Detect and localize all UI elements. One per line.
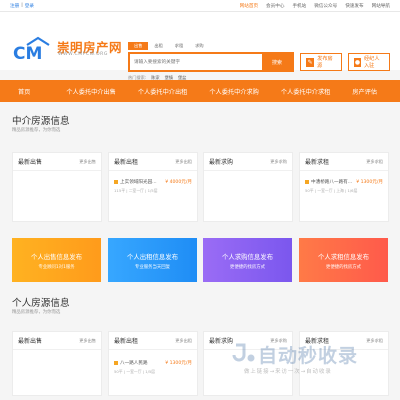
logo-mark-text: CM [13,44,42,62]
search-tab-wanted-buy[interactable]: 求购 [189,42,209,50]
card-more-link[interactable]: 更多出租 [175,338,192,344]
listing-meta: 50平 | 一室一厅 | 1/5层 [114,369,156,374]
listing-name: 中漕桥路八一路有... [311,180,353,185]
listing-price: ¥ 1300元/月 [165,361,192,366]
nav-item-home[interactable]: 首页 [18,87,30,96]
watermark-logo-icon [232,343,255,362]
listing-name: 八一路人民路 [120,361,148,366]
agency-section-title: 中介房源信息 [12,116,70,127]
listing-item[interactable]: 中漕桥路八一路有... ¥ 1300元/月 50平 | 一室一厅 | 上海 | 1… [305,179,383,194]
listing-meta: 50平 | 一室一厅 | 上海 | 1/6层 [305,188,358,193]
mobile-site-link[interactable]: 手机站 [292,3,306,9]
top-bar-separator: | [21,2,23,8]
card-title: 最新出租 [114,159,139,166]
promo-wanted-rent-publish[interactable]: 个人求租信息发布 更便捷的找房方式 [299,238,388,282]
listing-price: ¥ 4000元/月 [165,180,192,185]
promo-title: 个人求租信息发布 [317,253,370,261]
promo-subtitle: 专业顾问1对1服务 [38,265,75,270]
agent-join-button[interactable]: ● 经纪人入驻 [348,53,390,71]
agency-section-subtitle: 精品房源推荐，为你而选 [12,128,61,133]
listing-name: 上实领域阳光园... [120,180,157,185]
wechat-link[interactable]: 微信公众号 [314,3,337,9]
agency-card-rent: 最新出租 更多出租 上实领域阳光园... ¥ 4000元/月 115平 | 二室一厅… [108,152,198,222]
nav-item-agency-wanted-rent[interactable]: 个人委托中介求租 [281,87,331,96]
personal-card-rent: 最新出租 更多出租 八一路人民路 ¥ 1300元/月 50平 | 一室一厅 | 1/… [108,331,198,396]
edit-icon: ✎ [306,57,315,67]
nav-item-agency-buy[interactable]: 个人委托中介求购 [209,87,259,96]
promo-buy-publish[interactable]: 个人求购信息发布 更便捷的找房方式 [203,238,292,282]
promo-title: 个人求购信息发布 [221,253,274,261]
nav-item-valuation[interactable]: 房产评估 [352,87,377,96]
agency-card-sale: 最新出售 更多出售 [12,152,102,222]
listing-item[interactable]: 上实领域阳光园... ¥ 4000元/月 115平 | 二室一厅 | 1/5层 [114,179,192,194]
card-more-link[interactable]: 更多出租 [175,159,192,165]
publish-listing-button[interactable]: ✎ 发布房源 [300,53,342,71]
card-title: 最新出售 [18,338,43,345]
header: CM 崇明房产网 WWW.CMFCW.ORG 出售 出租 求租 求购 搜索 热门… [0,12,400,80]
agent-join-label: 经纪人入驻 [363,56,380,69]
personal-section-subtitle: 精品房源推荐，为你而选 [12,310,61,315]
agency-card-wanted-rent: 最新求租 更多求租 中漕桥路八一路有... ¥ 1300元/月 50平 | 一室一厅… [299,152,389,222]
search-tab-wanted-rent[interactable]: 求租 [169,42,189,50]
personal-section-title: 个人房源信息 [12,298,70,309]
search-box: 搜索 [128,52,294,72]
promo-subtitle: 专业服务当天回复 [134,265,171,270]
user-icon: ● [354,57,361,67]
member-center-link[interactable]: 会员中心 [266,3,284,9]
quick-publish-link[interactable]: 快速发布 [345,3,363,9]
search-input[interactable] [130,54,262,70]
top-bar: 注册 | 登录 网站首页 会员中心 手机站 微信公众号 快速发布 网站导航 [0,0,400,12]
site-nav-link[interactable]: 网站导航 [372,3,390,9]
promo-subtitle: 更便捷的找房方式 [229,265,266,270]
search-button[interactable]: 搜索 [262,54,292,70]
publish-listing-label: 发布房源 [317,56,333,69]
listing-tag-icon [305,180,309,184]
promo-sale-publish[interactable]: 个人出售信息发布 专业顾问1对1服务 [12,238,101,282]
nav-item-agency-sale[interactable]: 个人委托中介出售 [66,87,116,96]
card-more-link[interactable]: 更多出售 [79,338,96,344]
personal-card-sale: 最新出售 更多出售 [12,331,102,396]
promo-rent-publish[interactable]: 个人出租信息发布 专业服务当天回复 [108,238,197,282]
search-tab-sale[interactable]: 出售 [128,42,149,50]
promo-title: 个人出租信息发布 [126,253,179,261]
card-more-link[interactable]: 更多出售 [79,159,96,165]
listing-tag-icon [114,361,118,365]
listing-meta: 115平 | 二室一厅 | 1/5层 [114,188,158,193]
watermark-title: 自动秒收录 [258,345,359,367]
search-tab-rent[interactable]: 出租 [148,42,168,50]
card-title: 最新出租 [114,338,139,345]
card-title: 最新求购 [209,159,234,166]
logo-url: WWW.CMFCW.ORG [58,52,108,57]
home-link[interactable]: 网站首页 [240,3,258,9]
card-title: 最新出售 [18,159,43,166]
login-link[interactable]: 登录 [25,3,34,9]
card-title: 最新求购 [209,338,234,345]
agency-card-buy: 最新求购 更多求购 [203,152,293,222]
listing-item[interactable]: 八一路人民路 ¥ 1300元/月 50平 | 一室一厅 | 1/5层 [114,360,192,375]
promo-subtitle: 更便捷的找房方式 [325,265,362,270]
listing-price: ¥ 1300元/月 [356,180,383,185]
card-title: 最新求租 [305,159,330,166]
site-logo[interactable]: CM 崇明房产网 WWW.CMFCW.ORG [12,34,127,64]
logo-house-icon: CM [13,36,50,62]
watermark-subtitle: 做上链接→来访一次→自动收录 [244,369,332,375]
register-link[interactable]: 注册 [10,3,19,9]
search-tabs: 出售 出租 求租 求购 [128,42,210,50]
card-more-link[interactable]: 更多求购 [270,159,287,165]
listing-tag-icon [114,180,118,184]
promo-title: 个人出售信息发布 [30,253,83,261]
watermark: 自动秒收录 做上链接→来访一次→自动收录 [232,340,392,384]
nav-item-agency-rent[interactable]: 个人委托中介出租 [138,87,188,96]
main-nav: 首页 个人委托中介出售 个人委托中介出租 个人委托中介求购 个人委托中介求租 房… [0,80,400,102]
card-more-link[interactable]: 更多求租 [366,159,383,165]
